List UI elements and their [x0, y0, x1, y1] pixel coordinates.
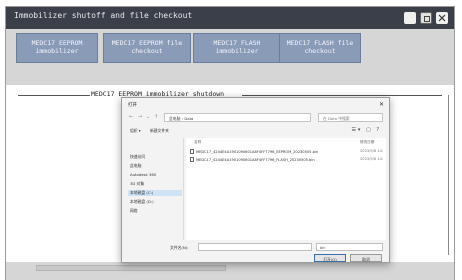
filename-row: 文件名(N): bin	[126, 243, 387, 252]
file-row[interactable]: MEDC17_4244E4A1901090601A8F4FF7796_FLASH…	[190, 157, 384, 164]
file-list: 名称 修改日期 MEDC17_4244E4A1901090601A8F4FF77…	[186, 138, 386, 240]
nav-item-autodesk[interactable]: Autodesk 360	[130, 172, 156, 177]
tab-label-line1: MEDC17 EEPROM file	[111, 39, 183, 47]
address-bar[interactable]: 此电脑 › Data	[164, 113, 311, 122]
tab-flash-file-checkout[interactable]: MEDC17 FLASH file checkout	[279, 33, 361, 63]
file-name: MEDC17_4244E4A1901090601A8F4FF7796_FLASH…	[196, 158, 315, 162]
recent-chevron-icon[interactable]: ⌄	[146, 114, 150, 120]
nav-item-disk-d[interactable]: 本地磁盘 (D:)	[130, 199, 154, 205]
minimize-icon[interactable]	[404, 12, 416, 24]
file-icon	[190, 149, 194, 154]
dialog-command-row: 组织 ▾ 新建文件夹 ☰▾ ▢ ?	[126, 127, 387, 136]
cancel-button[interactable]: 取消	[350, 254, 382, 262]
dialog-nav-row: ← → ⌄ ↑ 此电脑 › Data 在 Data 中搜索	[126, 112, 387, 123]
file-name: MEDC17_4244E4A1901090601A8F4FF7796_EEPRO…	[196, 150, 319, 154]
nav-item-this-pc[interactable]: 此电脑	[130, 163, 141, 169]
section-divider-left	[18, 95, 90, 96]
open-file-dialog: 打开 ✕ ← → ⌄ ↑ 此电脑 › Data 在 Data 中搜索 组织 ▾ …	[121, 97, 390, 263]
nav-item-network[interactable]: 网络	[130, 208, 138, 214]
tab-label-line1: MEDC17 EEPROM	[31, 39, 83, 47]
forward-arrow-icon[interactable]: →	[138, 114, 142, 120]
status-bar-field	[36, 265, 226, 271]
nav-item-quick-access[interactable]: 快速访问	[130, 154, 145, 160]
dialog-close-icon[interactable]: ✕	[379, 101, 384, 108]
section-divider-right	[242, 95, 442, 96]
search-placeholder: 在 Data 中搜索	[323, 116, 350, 121]
tab-flash-immobilizer[interactable]: MEDC17 FLASH immobilizer	[193, 33, 281, 63]
tab-eeprom-immobilizer[interactable]: MEDC17 EEPROM immobilizer	[16, 33, 98, 63]
up-arrow-icon[interactable]: ↑	[154, 114, 158, 120]
tab-eeprom-file-checkout[interactable]: MEDC17 EEPROM file checkout	[103, 33, 191, 63]
title-bar: Immobilizer shutoff and file checkout	[6, 7, 454, 29]
navigation-pane: 快速访问 此电脑 Autodesk 360 3D 对象 本地磁盘 (C:) 本地…	[126, 138, 184, 240]
dialog-title: 打开	[128, 103, 137, 108]
search-input[interactable]: 在 Data 中搜索	[318, 113, 383, 122]
filetype-value: bin	[320, 245, 326, 250]
file-icon	[190, 157, 194, 162]
file-row[interactable]: MEDC17_4244E4A1901090601A8F4FF7796_EEPRO…	[190, 149, 384, 156]
address-text: 此电脑 › Data	[169, 116, 194, 121]
dialog-button-row: 打开(O) 取消	[126, 254, 387, 263]
nav-item-3d-objects[interactable]: 3D 对象	[130, 181, 144, 187]
open-button[interactable]: 打开(O)	[314, 254, 346, 262]
maximize-icon[interactable]	[420, 12, 432, 24]
tab-label-line1: MEDC17 FLASH	[213, 39, 261, 47]
column-header-date[interactable]: 修改日期	[360, 140, 374, 145]
column-header-name[interactable]: 名称	[194, 140, 201, 145]
close-icon[interactable]	[436, 12, 448, 24]
organize-button[interactable]: 组织 ▾	[130, 128, 141, 134]
window-title: Immobilizer shutoff and file checkout	[14, 11, 193, 20]
status-strip	[6, 262, 454, 280]
back-arrow-icon[interactable]: ←	[129, 114, 133, 120]
filetype-select[interactable]: bin	[316, 243, 383, 251]
tab-bar: MEDC17 EEPROM immobilizer MEDC17 EEPROM …	[6, 29, 454, 85]
tab-label-line2: checkout	[131, 47, 163, 55]
section-border-right	[448, 95, 449, 255]
view-options-icon[interactable]: ☰▾ ▢ ?	[351, 127, 381, 133]
tab-label-line2: checkout	[304, 47, 336, 55]
filename-label: 文件名(N):	[170, 245, 189, 250]
new-folder-button[interactable]: 新建文件夹	[150, 128, 169, 134]
tab-label-line1: MEDC17 FLASH file	[286, 39, 354, 47]
nav-item-disk-c[interactable]: 本地磁盘 (C:)	[128, 190, 182, 196]
filename-input[interactable]	[198, 243, 312, 251]
file-date: 2023/5/8 14:	[360, 157, 384, 161]
tab-label-line2: immobilizer	[215, 47, 259, 55]
tab-label-line2: immobilizer	[35, 47, 79, 55]
file-date: 2023/5/8 14:	[360, 149, 384, 153]
